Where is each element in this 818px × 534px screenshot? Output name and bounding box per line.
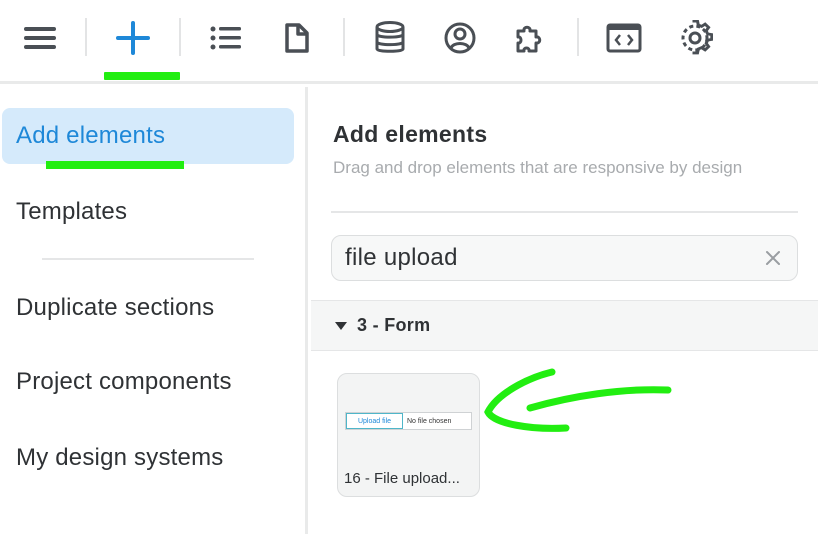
- sidebar-item-templates[interactable]: Templates: [2, 184, 294, 240]
- user-circle-icon[interactable]: [438, 16, 482, 60]
- sidebar-item-label: Project components: [16, 368, 232, 395]
- gear-icon[interactable]: [673, 16, 717, 60]
- toolbar-separator: [85, 18, 87, 56]
- sidebar-item-duplicate-sections[interactable]: Duplicate sections: [2, 280, 294, 336]
- preview-file-text: No file chosen: [407, 417, 452, 425]
- toolbar-separator: [577, 18, 579, 56]
- close-icon[interactable]: [761, 246, 785, 270]
- sidebar-item-add-elements[interactable]: Add elements: [2, 108, 294, 164]
- active-tab-indicator: [104, 72, 180, 80]
- sidebar-item-label: Add elements: [16, 122, 166, 149]
- database-icon[interactable]: [368, 16, 412, 60]
- element-card-file-upload[interactable]: Upload file No file chosen 16 - File upl…: [337, 373, 480, 497]
- sidebar-divider: [42, 258, 254, 260]
- panel-divider: [331, 211, 798, 213]
- card-label: 16 - File upload...: [344, 470, 460, 487]
- toolbar-separator: [343, 18, 345, 56]
- preview-upload-button: Upload file: [346, 413, 403, 429]
- sidebar-item-my-design-systems[interactable]: My design systems: [2, 430, 294, 486]
- code-icon[interactable]: [602, 16, 646, 60]
- list-icon[interactable]: [204, 16, 248, 60]
- category-label: 3 - Form: [357, 315, 431, 335]
- sidebar-item-label: Duplicate sections: [16, 294, 215, 321]
- sidebar-item-project-components[interactable]: Project components: [2, 354, 294, 410]
- search-input[interactable]: [345, 244, 745, 272]
- page-title: Add elements: [333, 121, 488, 147]
- page-icon[interactable]: [275, 16, 319, 60]
- top-toolbar: [0, 0, 818, 84]
- sidebar: Add elements Templates Duplicate section…: [0, 87, 308, 534]
- caret-down-icon: [335, 321, 347, 330]
- file-upload-preview: Upload file No file chosen: [345, 412, 472, 430]
- category-header-form[interactable]: 3 - Form: [311, 300, 818, 351]
- search-box: [331, 235, 798, 281]
- puzzle-icon[interactable]: [508, 16, 552, 60]
- active-item-underline: [46, 161, 184, 169]
- annotation-arrow-icon: [484, 368, 672, 432]
- sidebar-item-label: My design systems: [16, 444, 224, 471]
- elements-panel: Add elements Drag and drop elements that…: [311, 87, 818, 534]
- sidebar-item-label: Templates: [16, 198, 128, 225]
- page-subtitle: Drag and drop elements that are responsi…: [333, 158, 743, 177]
- menu-icon[interactable]: [18, 16, 62, 60]
- add-icon[interactable]: [111, 16, 155, 60]
- toolbar-separator: [179, 18, 181, 56]
